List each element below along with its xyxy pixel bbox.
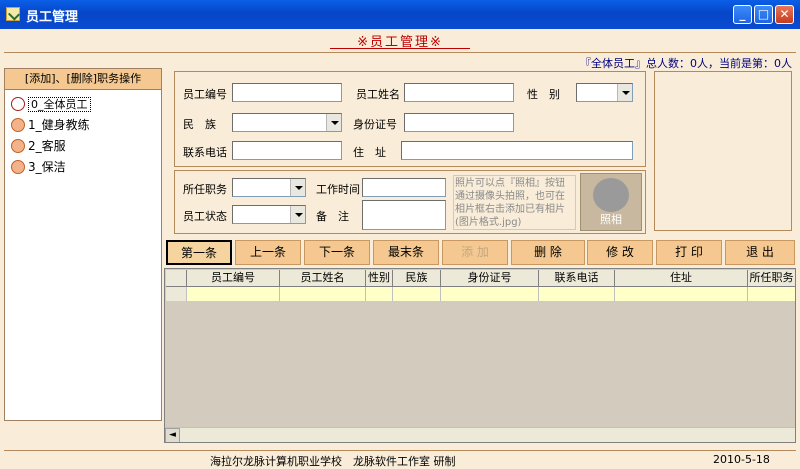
column-header[interactable]: 所任职务 [748,270,795,287]
horizontal-scrollbar[interactable]: ◄ [165,427,795,442]
column-header[interactable]: 员工编号 [187,270,280,287]
chevron-down-icon[interactable] [290,179,305,196]
exit-button[interactable]: 退 出 [725,240,795,265]
app-icon [6,7,20,21]
minimize-button[interactable]: _ [733,5,752,24]
employee-count-status: 『全体员工』总人数：0人，当前是第：0人 [580,57,792,70]
name-input[interactable] [404,83,514,102]
maximize-button[interactable]: □ [754,5,773,24]
row-selector[interactable] [166,287,187,301]
ethnicity-label: 民 族 [183,118,216,131]
address-label: 住 址 [353,146,386,159]
page-title: ※员工管理※ [330,31,470,50]
work-time-input[interactable] [362,178,446,197]
position-select[interactable] [232,178,306,197]
remark-textarea[interactable] [362,200,446,230]
window-title: 员工管理 [26,10,79,25]
table-cell[interactable] [280,287,366,301]
footer-credit: 海拉尔龙脉计算机职业学校 龙脉软件工作室 研制 [210,455,456,468]
person-icon [11,97,25,111]
divider [4,450,796,451]
work-time-label: 工作时间 [316,183,360,196]
tree-item-all[interactable]: 0_全体员工 [11,94,91,114]
status-select[interactable] [232,205,306,224]
table-cell[interactable] [187,287,280,301]
emp-no-label: 员工编号 [183,88,227,101]
chevron-down-icon[interactable] [617,84,632,101]
chevron-down-icon[interactable] [326,114,341,131]
table-cell[interactable] [539,287,615,301]
first-record-button[interactable]: 第一条 [166,240,232,265]
employee-table: 员工编号 员工姓名 性别 民族 身份证号 联系电话 住址 所任职务 ◄ [164,268,796,443]
person-icon [11,118,25,132]
phone-label: 联系电话 [183,146,227,159]
tree-item-trainer[interactable]: 1_健身教练 [11,115,90,135]
title-bar: 员工管理 _ □ ✕ [0,0,800,29]
photo-hint-text: 照片可以点『照相』按钮通过摄像头拍照，也可在相片框右击添加已有相片(图片格式.j… [453,175,576,230]
column-header[interactable]: 性别 [366,270,393,287]
table-cell[interactable] [748,287,795,301]
table-cell[interactable] [615,287,748,301]
ethnicity-select[interactable] [232,113,342,132]
person-icon [11,160,25,174]
column-header[interactable]: 身份证号 [441,270,539,287]
prev-record-button[interactable]: 上一条 [235,240,301,265]
camera-icon [593,178,629,212]
name-label: 员工姓名 [356,88,400,101]
column-header[interactable]: 住址 [615,270,748,287]
emp-no-input[interactable] [232,83,342,102]
edit-button[interactable]: 修 改 [587,240,653,265]
delete-button[interactable]: 删 除 [511,240,585,265]
address-input[interactable] [401,141,633,160]
chevron-down-icon[interactable] [290,206,305,223]
next-record-button[interactable]: 下一条 [304,240,370,265]
column-header[interactable]: 民族 [393,270,441,287]
position-ops-button[interactable]: [添加]、[删除]职务操作 [5,69,161,90]
phone-input[interactable] [232,141,342,160]
column-header[interactable]: 员工姓名 [280,270,366,287]
remark-label: 备 注 [316,210,349,223]
tree-item-service[interactable]: 2_客服 [11,136,66,156]
gender-select[interactable] [576,83,633,102]
person-icon [11,139,25,153]
divider [4,52,796,53]
table-cell[interactable] [441,287,539,301]
photo-frame[interactable] [654,71,792,231]
column-header[interactable]: 联系电话 [539,270,615,287]
position-tree-panel: [添加]、[删除]职务操作 0_全体员工 1_健身教练 2_客服 3_保洁 [4,68,162,421]
table-cell[interactable] [393,287,441,301]
table-cell[interactable] [366,287,393,301]
status-label: 员工状态 [183,210,227,223]
add-button[interactable]: 添 加 [442,240,508,265]
scroll-left-icon[interactable]: ◄ [165,428,180,442]
row-header-corner [166,270,187,287]
position-label: 所任职务 [183,183,227,196]
take-photo-button[interactable]: 照相 [580,173,642,231]
id-input[interactable] [404,113,514,132]
last-record-button[interactable]: 最末条 [373,240,439,265]
gender-label: 性 别 [527,88,560,101]
footer-date: 2010-5-18 [713,453,770,466]
tree-item-cleaning[interactable]: 3_保洁 [11,157,66,177]
close-button[interactable]: ✕ [775,5,794,24]
id-label: 身份证号 [353,118,397,131]
print-button[interactable]: 打 印 [656,240,722,265]
